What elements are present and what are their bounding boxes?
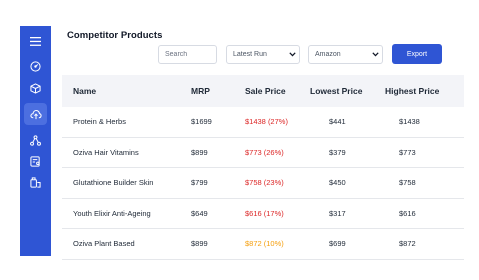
sidebar-item-competitors[interactable] [24, 103, 47, 125]
sidebar-item-menu[interactable] [20, 34, 51, 48]
cell-highest-price: $773 [399, 147, 416, 157]
cell-lowest-price: $699 [329, 239, 346, 249]
cube-icon [30, 82, 41, 94]
table-row[interactable]: Glutathione Builder Skin $799 $758 (23%) $4… [62, 168, 464, 199]
cell-sale-price: $616 (17%) [245, 208, 284, 218]
marketplace-select[interactable]: Amazon [308, 45, 383, 64]
sidebar-item-products[interactable] [20, 81, 51, 95]
cell-sale-price: $758 (23%) [245, 178, 284, 188]
sidebar-item-dashboard[interactable] [20, 59, 51, 73]
column-header-highest-price[interactable]: Highest Price [384, 86, 464, 96]
cell-highest-price: $758 [399, 178, 416, 188]
column-header-mrp[interactable]: MRP [191, 86, 245, 96]
sidebar [20, 26, 51, 256]
cell-lowest-price: $441 [329, 117, 346, 127]
cell-name: Glutathione Builder Skin [73, 178, 154, 188]
run-select[interactable]: Latest Run [226, 45, 300, 64]
cell-lowest-price: $450 [329, 178, 346, 188]
page-title: Competitor Products [67, 30, 163, 41]
cell-highest-price: $872 [399, 239, 416, 249]
marketplace-select-value: Amazon [315, 51, 341, 58]
sidebar-item-inventory[interactable] [20, 175, 51, 189]
run-select-value: Latest Run [233, 51, 267, 58]
table-row[interactable]: Oziva Hair Vitamins $899 $773 (26%) $379 $77… [62, 138, 464, 168]
cell-name: Oziva Plant Based [73, 239, 135, 249]
user-list-icon [30, 155, 40, 167]
hierarchy-icon [30, 134, 41, 146]
export-button[interactable]: Export [392, 44, 442, 64]
sidebar-item-network[interactable] [20, 133, 51, 147]
table-row[interactable]: Oziva Plant Based $899 $872 (10%) $699 $872 [62, 229, 464, 260]
speedometer-icon [30, 60, 41, 72]
cell-mrp: $1699 [191, 117, 212, 127]
cell-name: Oziva Hair Vitamins [73, 147, 139, 157]
competitor-products-table: Name MRP Sale Price Lowest Price Highest… [62, 75, 464, 260]
cell-mrp: $899 [191, 147, 208, 157]
cell-highest-price: $616 [399, 208, 416, 218]
chevron-down-icon [285, 52, 299, 57]
search-field[interactable] [158, 45, 217, 64]
cell-sale-price: $773 (26%) [245, 147, 284, 157]
sidebar-item-users[interactable] [20, 154, 51, 168]
cell-highest-price: $1438 [399, 117, 420, 127]
column-header-lowest-price[interactable]: Lowest Price [310, 86, 384, 96]
box-tag-icon [30, 176, 41, 188]
column-header-name[interactable]: Name [62, 86, 191, 96]
hamburger-menu-icon [30, 36, 41, 46]
cloud-upload-icon [29, 109, 42, 119]
cell-lowest-price: $379 [329, 147, 346, 157]
cell-sale-price: $872 (10%) [245, 239, 284, 249]
cell-lowest-price: $317 [329, 208, 346, 218]
table-row[interactable]: Protein & Herbs $1699 $1438 (27%) $441 $1438 [62, 107, 464, 138]
cell-name: Protein & Herbs [73, 117, 126, 127]
table-body: Protein & Herbs $1699 $1438 (27%) $441 $1438… [62, 107, 464, 260]
search-input[interactable] [165, 51, 216, 58]
cell-mrp: $799 [191, 178, 208, 188]
chevron-down-icon [368, 52, 382, 57]
table-row[interactable]: Youth Elixir Anti-Ageing $649 $616 (17%) $3… [62, 199, 464, 229]
cell-mrp: $899 [191, 239, 208, 249]
table-header: Name MRP Sale Price Lowest Price Highest… [62, 75, 464, 107]
column-header-sale-price[interactable]: Sale Price [245, 86, 310, 96]
cell-sale-price: $1438 (27%) [245, 117, 288, 127]
cell-name: Youth Elixir Anti-Ageing [73, 208, 151, 218]
cell-mrp: $649 [191, 208, 208, 218]
